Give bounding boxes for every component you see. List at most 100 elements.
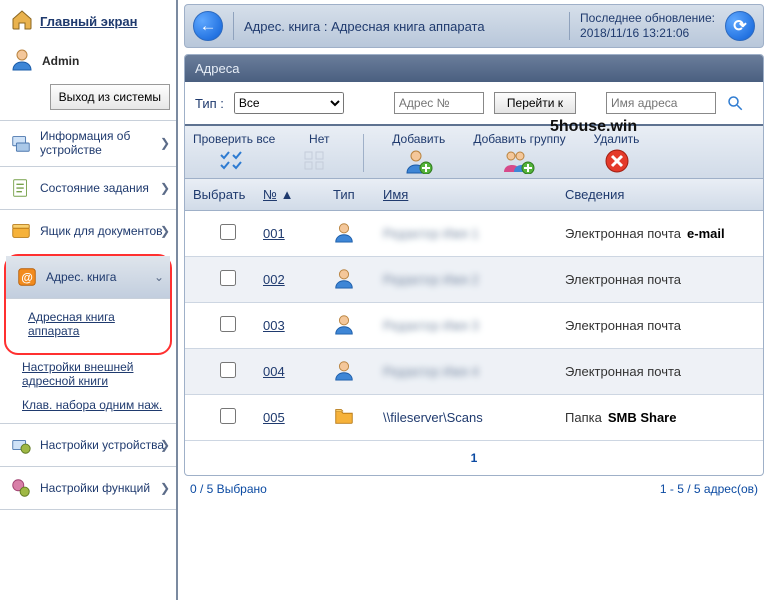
sidebar-item-function-settings[interactable]: Настройки функций ❯: [0, 466, 176, 510]
row-annotation: e-mail: [687, 226, 725, 241]
table-row: 002 Редактор Имя 2 Электронная почта: [185, 257, 763, 303]
col-select: Выбрать: [193, 187, 263, 202]
pager: 1: [185, 441, 763, 475]
add-group-icon: [503, 148, 535, 174]
user-icon: [10, 47, 34, 74]
function-settings-icon: [8, 475, 34, 501]
row-number-link[interactable]: 001: [263, 226, 285, 241]
home-link-row: Главный экран: [0, 0, 176, 41]
footer: 0 / 5 Выбрано 1 - 5 / 5 адрес(ов): [180, 476, 768, 506]
addresses-panel: Адреса Тип : Все Перейти к Проверить все…: [184, 54, 764, 476]
sidebar: Главный экран Admin Выход из системы Инф…: [0, 0, 178, 600]
add-person-icon: [403, 148, 435, 174]
filter-row: Тип : Все Перейти к: [185, 82, 763, 126]
divider: [233, 12, 234, 40]
row-checkbox[interactable]: [220, 362, 236, 378]
add-group-label: Добавить группу: [473, 132, 565, 146]
sidebar-item-device-info[interactable]: Информация об устройстве ❯: [0, 120, 176, 166]
col-type: Тип: [333, 187, 383, 202]
sidebar-item-device-settings[interactable]: Настройки устройства ❯: [0, 423, 176, 466]
check-all-action[interactable]: Проверить все: [193, 132, 275, 174]
row-details: Электронная почта: [565, 272, 681, 287]
row-name: Редактор Имя 1: [383, 226, 479, 241]
col-details: Сведения: [565, 187, 755, 202]
type-label: Тип :: [195, 96, 224, 111]
col-no[interactable]: №: [263, 187, 277, 202]
row-annotation: SMB Share: [608, 410, 677, 425]
delete-label: Удалить: [594, 132, 640, 146]
job-status-icon: [8, 175, 34, 201]
header-bar: ← Адрес. книга : Адресная книга аппарата…: [184, 4, 764, 48]
sidebar-item-label: Настройки устройства: [40, 438, 164, 452]
delete-icon: [601, 148, 633, 174]
chevron-right-icon: ❯: [160, 224, 170, 238]
back-button[interactable]: ←: [193, 11, 223, 41]
refresh-button[interactable]: ⟳: [725, 11, 755, 41]
goto-button[interactable]: Перейти к: [494, 92, 576, 114]
sidebar-item-label: Состояние задания: [40, 181, 149, 195]
search-icon[interactable]: [726, 94, 744, 112]
row-checkbox[interactable]: [220, 316, 236, 332]
person-icon: [333, 323, 355, 338]
folder-icon: [333, 415, 355, 430]
table-row: 005\\fileserver\ScansПапкаSMB Share: [185, 395, 763, 441]
table-body: 001 Редактор Имя 1 Электронная почта e-mail…: [185, 211, 763, 441]
row-number-link[interactable]: 002: [263, 272, 285, 287]
current-user: Admin: [0, 41, 176, 84]
logout-button[interactable]: Выход из системы: [50, 84, 170, 110]
row-name: Редактор Имя 4: [383, 364, 479, 379]
table-header: Выбрать № ▲ Тип Имя Сведения: [185, 179, 763, 211]
sidebar-item-label: Адрес. книга: [46, 270, 116, 284]
row-name: Редактор Имя 3: [383, 318, 479, 333]
chevron-right-icon: ❯: [160, 136, 170, 150]
row-details: Электронная почта: [565, 364, 681, 379]
panel-title: Адреса: [185, 55, 763, 82]
row-number-link[interactable]: 003: [263, 318, 285, 333]
sublink-machine-address-book[interactable]: Адресная книга аппарата: [28, 305, 170, 343]
address-number-input[interactable]: [394, 92, 484, 114]
sublink-one-touch[interactable]: Клав. набора одним наж.: [22, 393, 176, 417]
row-checkbox[interactable]: [220, 408, 236, 424]
sidebar-item-document-box[interactable]: Ящик для документов ❯: [0, 209, 176, 252]
row-details: Электронная почта: [565, 226, 681, 241]
type-select[interactable]: Все: [234, 92, 344, 114]
add-action[interactable]: Добавить: [392, 132, 445, 174]
check-all-icon: [218, 148, 250, 174]
row-checkbox[interactable]: [220, 224, 236, 240]
chevron-down-icon: ⌄: [154, 270, 164, 284]
divider: [363, 134, 364, 172]
last-update-label: Последнее обновление:: [580, 11, 715, 26]
person-icon: [333, 277, 355, 292]
crumb-1: Адрес. книга: [244, 19, 320, 34]
row-checkbox[interactable]: [220, 270, 236, 286]
sidebar-item-job-status[interactable]: Состояние задания ❯: [0, 166, 176, 209]
chevron-right-icon: ❯: [160, 181, 170, 195]
sidebar-item-address-book[interactable]: @ Адрес. книга ⌄: [6, 256, 170, 298]
action-row: Проверить все Нет Добавить Добавить груп…: [185, 126, 763, 179]
last-update: Последнее обновление: 2018/11/16 13:21:0…: [580, 11, 715, 41]
row-number-link[interactable]: 004: [263, 364, 285, 379]
last-update-time: 2018/11/16 13:21:06: [580, 26, 715, 41]
home-link[interactable]: Главный экран: [40, 14, 137, 29]
row-name: Редактор Имя 2: [383, 272, 479, 287]
person-icon: [333, 231, 355, 246]
row-details: Электронная почта: [565, 318, 681, 333]
user-name: Admin: [42, 54, 79, 68]
table-row: 003 Редактор Имя 3 Электронная почта: [185, 303, 763, 349]
table-row: 004 Редактор Имя 4 Электронная почта: [185, 349, 763, 395]
address-book-icon: @: [14, 264, 40, 290]
row-number-link[interactable]: 005: [263, 410, 285, 425]
page-number[interactable]: 1: [471, 451, 478, 465]
address-name-input[interactable]: [606, 92, 716, 114]
device-settings-icon: [8, 432, 34, 458]
delete-action[interactable]: Удалить: [594, 132, 640, 174]
sidebar-item-label: Настройки функций: [40, 481, 150, 495]
sublink-external-address-book[interactable]: Настройки внешней адресной книги: [22, 355, 176, 393]
main: ← Адрес. книга : Адресная книга аппарата…: [180, 0, 768, 600]
add-group-action[interactable]: Добавить группу: [473, 132, 565, 174]
chevron-right-icon: ❯: [160, 438, 170, 452]
divider: [569, 12, 570, 40]
uncheck-all-action[interactable]: Нет: [303, 132, 335, 174]
col-name[interactable]: Имя: [383, 187, 408, 202]
row-name: \\fileserver\Scans: [383, 410, 483, 425]
